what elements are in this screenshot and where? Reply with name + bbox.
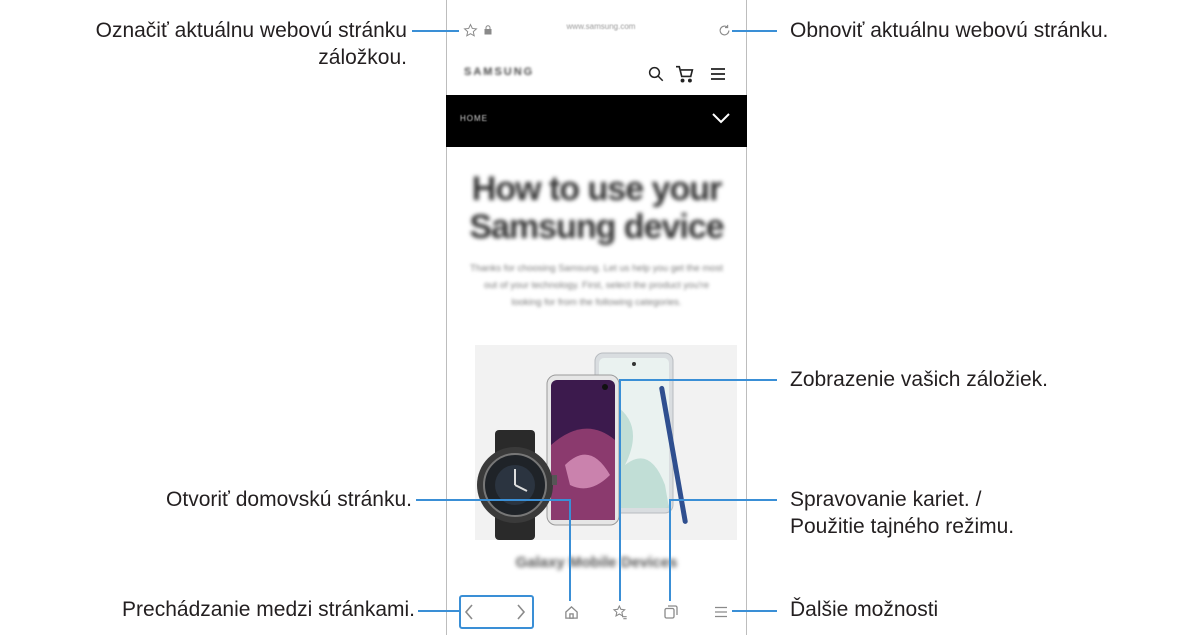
callout-line-home-h [416, 499, 571, 501]
product-image[interactable] [475, 345, 737, 540]
callout-tabs-line1: Spravovanie kariet. / [790, 488, 982, 511]
lock-icon [483, 24, 493, 36]
callout-bookmark-line2: záložkou. [318, 46, 407, 69]
hamburger-icon[interactable] [708, 64, 728, 84]
hero-title: How to use your Samsung device [469, 170, 724, 246]
callout-navigate: Prechádzanie medzi stránkami. [122, 598, 415, 621]
site-logo[interactable]: SAMSUNG [464, 66, 534, 78]
product-caption[interactable]: Galaxy Mobile Devices [446, 554, 747, 571]
callout-line-reload [732, 30, 777, 32]
reload-icon[interactable] [716, 22, 732, 38]
star-outline-icon[interactable] [462, 22, 478, 38]
phone-screen: www.samsung.com SAMSUNG HOME How to use … [446, 0, 747, 635]
callout-bookmark: Označiť aktuálnu webovú stránku záložkou… [96, 17, 407, 71]
callout-line-more [732, 610, 777, 612]
callout-line-tabs-h [670, 499, 777, 501]
menu-label: HOME [460, 114, 488, 123]
callout-more: Ďalšie možnosti [790, 598, 939, 621]
site-header: SAMSUNG [446, 58, 747, 94]
search-icon[interactable] [646, 64, 666, 84]
hero-subtitle: Thanks for choosing Samsung. Let us help… [470, 263, 723, 308]
url-bar: www.samsung.com [446, 0, 747, 40]
callout-tabs: Spravovanie kariet. / Použitie tajného r… [790, 486, 1014, 540]
hero-section: How to use your Samsung device Thanks fo… [456, 170, 737, 311]
back-arrow-icon[interactable] [460, 601, 478, 623]
bookmarks-icon[interactable] [611, 603, 629, 621]
bottom-toolbar [446, 590, 747, 635]
chevron-down-icon[interactable] [711, 111, 731, 129]
forward-arrow-icon[interactable] [512, 601, 530, 623]
callout-line-home-v [569, 499, 571, 601]
callout-line-tabs-v [669, 499, 671, 601]
callout-line-bookmarks-v [619, 379, 621, 601]
site-menu-bar[interactable]: HOME [446, 95, 747, 147]
url-text[interactable]: www.samsung.com [556, 22, 646, 31]
callout-tabs-line2: Použitie tajného režimu. [790, 515, 1015, 538]
callout-bookmark-line1: Označiť aktuálnu webovú stránku [95, 19, 407, 42]
callout-line-navigate [418, 610, 459, 612]
callout-reload: Obnoviť aktuálnu webovú stránku. [790, 19, 1109, 42]
callout-home: Otvoriť domovskú stránku. [166, 488, 412, 511]
callout-line-bookmark [412, 30, 459, 32]
callout-bookmarks: Zobrazenie vašich záložiek. [790, 368, 1048, 391]
cart-icon[interactable] [674, 64, 696, 84]
callout-line-bookmarks-h [620, 379, 777, 381]
tabs-icon[interactable] [662, 603, 680, 621]
home-icon[interactable] [562, 603, 580, 621]
more-options-icon[interactable] [712, 603, 730, 621]
